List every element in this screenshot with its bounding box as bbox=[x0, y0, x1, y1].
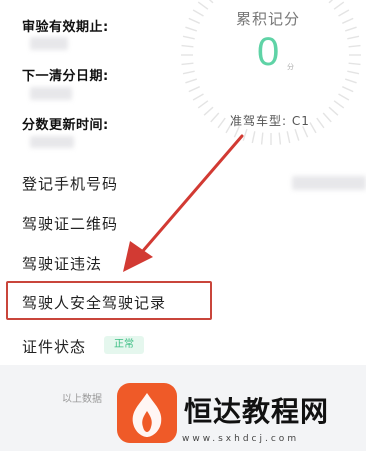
score-value: 0 bbox=[257, 30, 280, 74]
gauge-tick bbox=[338, 93, 350, 101]
gauge-tick bbox=[316, 117, 325, 129]
gauge-tick bbox=[182, 35, 195, 40]
gauge-tick bbox=[278, 132, 282, 145]
gauge-tick bbox=[242, 128, 248, 141]
menu-item-license-status[interactable]: 证件状态 bbox=[22, 336, 86, 357]
gauge-tick bbox=[188, 17, 200, 24]
gauge-tick bbox=[342, 86, 354, 93]
gauge-tick bbox=[344, 78, 357, 84]
gauge-tick bbox=[185, 26, 198, 32]
menu-item-safe-driving-record[interactable]: 驾驶人安全驾驶记录 bbox=[22, 292, 166, 313]
gauge-tick bbox=[210, 112, 220, 123]
inspection-date-redacted bbox=[30, 37, 68, 50]
menu-item-registered-phone[interactable]: 登记手机号码 bbox=[22, 173, 118, 194]
gauge-tick bbox=[260, 132, 264, 145]
gauge-tick bbox=[197, 1, 209, 10]
gauge-tick bbox=[208, 0, 214, 4]
gauge-tick bbox=[251, 131, 256, 144]
menu-item-license-qr-code[interactable]: 驾驶证二维码 bbox=[22, 213, 118, 234]
gauge-tick bbox=[338, 9, 350, 17]
gauge-tick bbox=[181, 62, 194, 66]
gauge-tick bbox=[348, 62, 361, 66]
gauge-tick bbox=[309, 122, 317, 134]
menu-item-license-violations[interactable]: 驾驶证违法 bbox=[22, 253, 102, 274]
gauge-tick bbox=[217, 117, 226, 129]
score-title: 累积记分 bbox=[236, 10, 301, 28]
vehicle-type: 准驾车型: C1 bbox=[230, 114, 310, 128]
gauge-tick bbox=[348, 44, 361, 48]
gauge-tick bbox=[188, 86, 200, 93]
gauge-tick bbox=[322, 112, 332, 123]
footer-note: 以上数据 bbox=[62, 394, 102, 405]
score-unit: 分 bbox=[287, 63, 294, 71]
gauge-tick bbox=[294, 128, 300, 141]
watermark-url: www.sxhdcj.com bbox=[182, 434, 300, 444]
gauge-tick bbox=[182, 70, 195, 75]
gauge-tick bbox=[333, 1, 345, 10]
inspection-valid-until-label: 审验有效期止: bbox=[22, 20, 109, 35]
gauge-tick bbox=[344, 26, 357, 32]
flame-icon bbox=[132, 393, 162, 437]
watermark-logo bbox=[117, 383, 177, 443]
score-update-time-label: 分数更新时间: bbox=[22, 118, 109, 133]
gauge-tick bbox=[181, 44, 194, 48]
gauge-tick bbox=[185, 78, 198, 84]
gauge-tick bbox=[197, 100, 209, 109]
gauge-tick bbox=[192, 93, 204, 101]
phone-number-redacted bbox=[292, 176, 366, 190]
watermark-title: 恒达教程网 bbox=[184, 395, 330, 428]
gauge-tick bbox=[347, 35, 360, 40]
gauge-tick bbox=[203, 106, 214, 116]
gauge-tick bbox=[342, 17, 354, 24]
gauge-tick bbox=[328, 0, 334, 4]
gauge-tick bbox=[333, 100, 345, 109]
gauge-tick bbox=[328, 106, 339, 116]
status-badge: 正常 bbox=[104, 336, 144, 354]
gauge-tick bbox=[286, 131, 291, 144]
gauge-tick bbox=[347, 70, 360, 75]
clear-date-redacted bbox=[30, 87, 72, 100]
next-clear-date-label: 下一清分日期: bbox=[22, 69, 109, 84]
update-time-redacted bbox=[30, 136, 74, 148]
gauge-tick bbox=[192, 9, 204, 17]
